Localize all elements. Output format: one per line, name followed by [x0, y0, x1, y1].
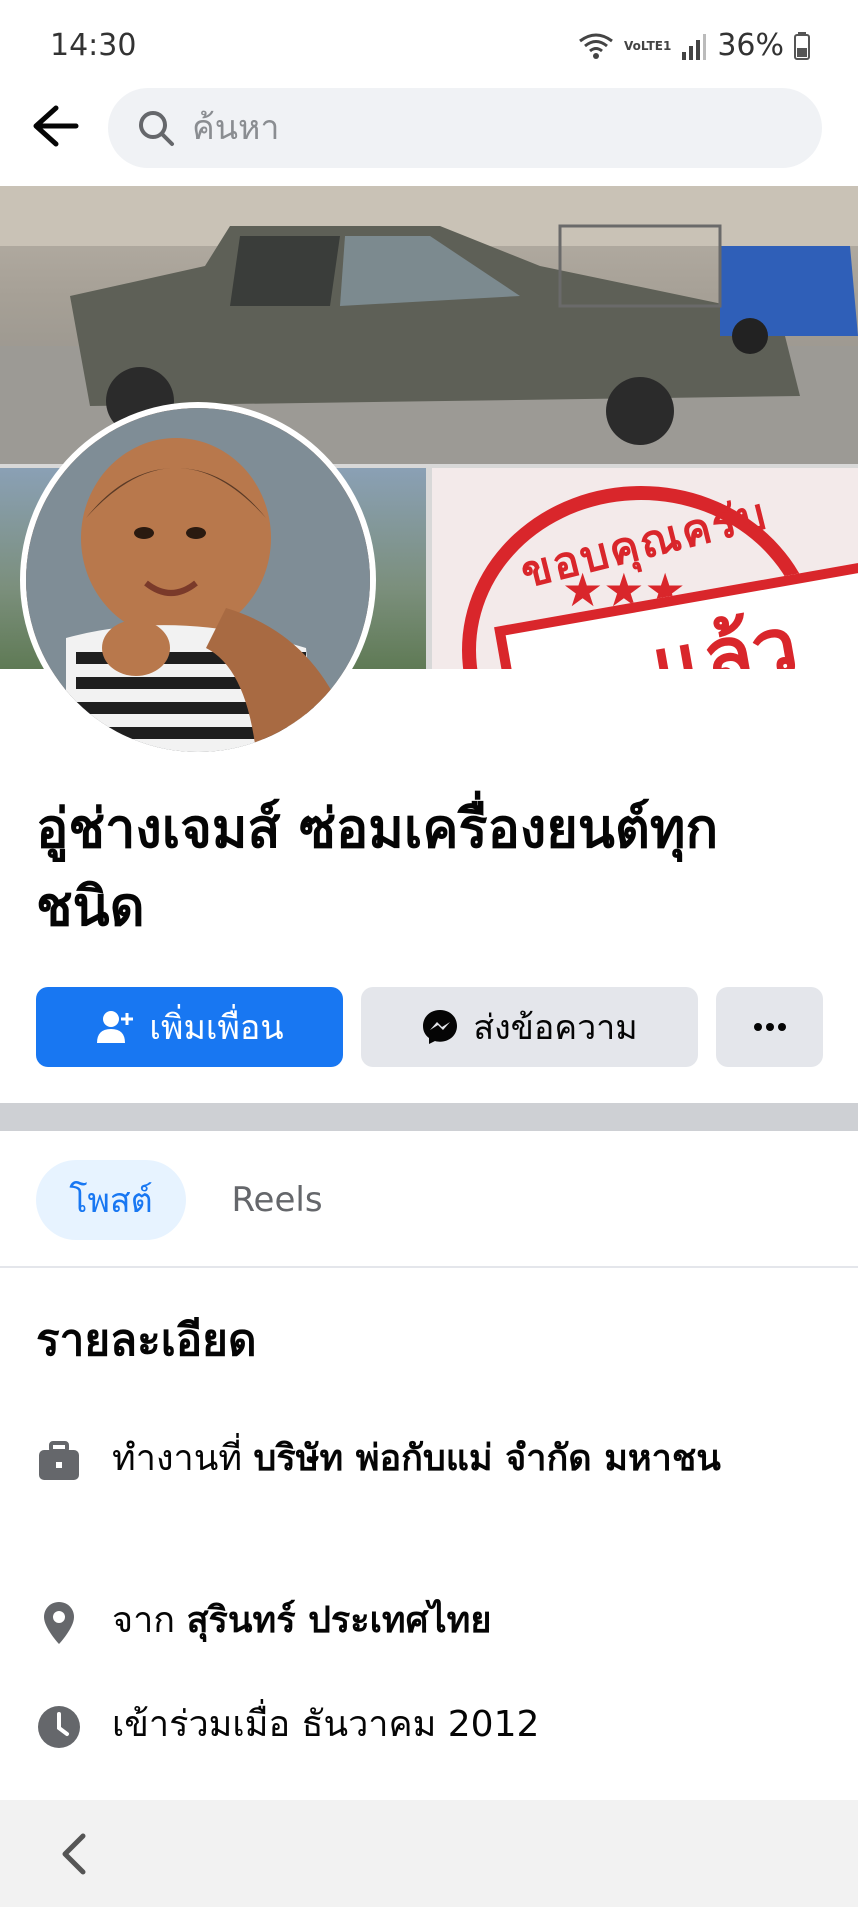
- tab-reels[interactable]: Reels: [212, 1160, 342, 1240]
- detail-joined-text: เข้าร่วมเมื่อ ธันวาคม 2012: [112, 1704, 540, 1745]
- detail-work-text: ทำงานที่ บริษัท พ่อกับแม่ จำกัด มหาชน: [112, 1428, 721, 1490]
- battery-percent: 36%: [717, 28, 784, 63]
- tab-posts[interactable]: โพสต์: [36, 1160, 186, 1240]
- from-place[interactable]: สุรินทร์ ประเทศไทย: [187, 1600, 492, 1641]
- volte-indicator: VoLTE1: [624, 38, 672, 53]
- status-indicators: VoLTE1 36%: [578, 28, 810, 63]
- work-prefix: ทำงานที่: [112, 1438, 243, 1479]
- section-divider: [0, 1103, 858, 1131]
- nav-back-button[interactable]: [50, 1828, 98, 1880]
- clock-icon: [38, 1706, 80, 1748]
- nav-back-icon: [62, 1833, 86, 1875]
- message-button[interactable]: ส่งข้อความ: [361, 987, 698, 1067]
- wifi-icon: [579, 33, 613, 59]
- details-heading: รายละเอียด: [36, 1315, 257, 1366]
- baby-illustration: [26, 408, 370, 752]
- from-prefix: จาก: [112, 1600, 176, 1641]
- status-bar: 14:30 VoLTE1 36%: [0, 0, 858, 84]
- back-button[interactable]: [26, 96, 86, 156]
- avatar-photo: [26, 408, 370, 752]
- messenger-icon: [421, 1008, 459, 1046]
- search-bar[interactable]: [108, 88, 822, 168]
- briefcase-icon: [39, 1441, 79, 1480]
- more-options-button[interactable]: [716, 987, 823, 1067]
- add-friend-icon: [95, 1009, 135, 1045]
- more-icon: [753, 1023, 786, 1031]
- back-arrow-icon: [33, 105, 79, 147]
- signal-icon: [682, 33, 707, 60]
- search-icon: [139, 111, 174, 146]
- profile-avatar[interactable]: [20, 402, 376, 758]
- cover-photo-stamp: ขอบคุณครับ ★★★ แล้ว: [432, 468, 858, 669]
- work-place[interactable]: บริษัท พ่อกับแม่ จำกัด มหาชน: [254, 1438, 721, 1479]
- status-time: 14:30: [50, 28, 137, 63]
- detail-joined: เข้าร่วมเมื่อ ธันวาคม 2012: [36, 1694, 816, 1756]
- add-friend-button[interactable]: เพิ่มเพื่อน: [36, 987, 343, 1067]
- search-input[interactable]: [190, 107, 794, 149]
- detail-from-text: จาก สุรินทร์ ประเทศไทย: [112, 1590, 491, 1652]
- battery-icon: [794, 31, 810, 60]
- detail-from: จาก สุรินทร์ ประเทศไทย: [36, 1590, 816, 1652]
- tabs-divider: [0, 1266, 858, 1268]
- system-nav-bar: [0, 1800, 858, 1907]
- add-friend-label: เพิ่มเพื่อน: [149, 1008, 284, 1048]
- message-label: ส่งข้อความ: [473, 1008, 638, 1048]
- detail-work: ทำงานที่ บริษัท พ่อกับแม่ จำกัด มหาชน: [36, 1428, 816, 1490]
- profile-name: อู่ช่างเจมส์ ซ่อมเครื่องยนต์ทุกชนิด: [36, 797, 719, 938]
- location-pin-icon: [44, 1602, 74, 1644]
